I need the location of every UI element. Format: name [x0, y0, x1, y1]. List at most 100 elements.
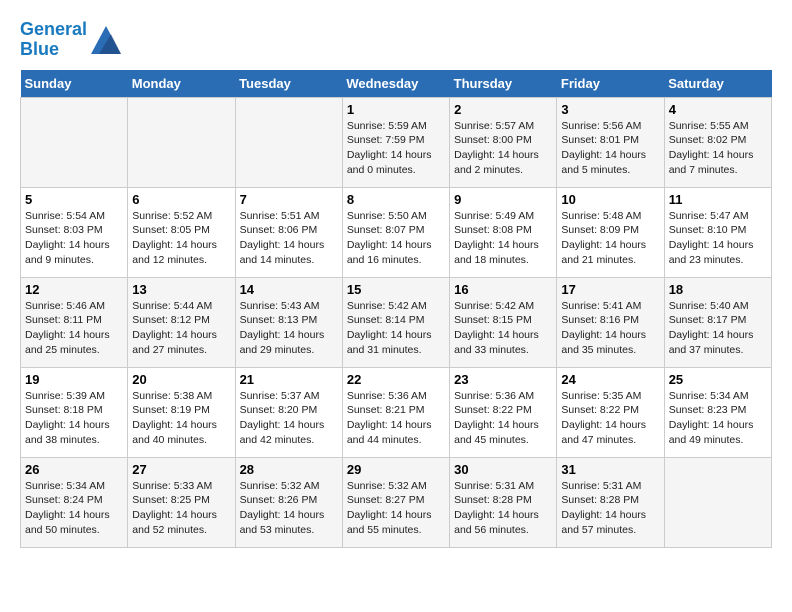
day-info: Sunrise: 5:42 AM Sunset: 8:15 PM Dayligh… [454, 299, 552, 358]
day-number: 25 [669, 372, 767, 387]
calendar-cell: 14 Sunrise: 5:43 AM Sunset: 8:13 PM Dayli… [235, 277, 342, 367]
calendar-cell: 10 Sunrise: 5:48 AM Sunset: 8:09 PM Dayli… [557, 187, 664, 277]
day-number: 6 [132, 192, 230, 207]
day-number: 12 [25, 282, 123, 297]
column-header-friday: Friday [557, 70, 664, 98]
calendar-cell [21, 97, 128, 187]
column-header-sunday: Sunday [21, 70, 128, 98]
day-info: Sunrise: 5:34 AM Sunset: 8:24 PM Dayligh… [25, 479, 123, 538]
day-number: 21 [240, 372, 338, 387]
calendar-cell: 27 Sunrise: 5:33 AM Sunset: 8:25 PM Dayli… [128, 457, 235, 547]
day-number: 2 [454, 102, 552, 117]
day-number: 7 [240, 192, 338, 207]
day-number: 11 [669, 192, 767, 207]
day-number: 23 [454, 372, 552, 387]
calendar-cell: 22 Sunrise: 5:36 AM Sunset: 8:21 PM Dayli… [342, 367, 449, 457]
logo-text: General Blue [20, 20, 87, 60]
day-info: Sunrise: 5:34 AM Sunset: 8:23 PM Dayligh… [669, 389, 767, 448]
calendar-cell: 17 Sunrise: 5:41 AM Sunset: 8:16 PM Dayli… [557, 277, 664, 367]
header-row: SundayMondayTuesdayWednesdayThursdayFrid… [21, 70, 772, 98]
day-number: 24 [561, 372, 659, 387]
logo-icon [91, 26, 121, 54]
column-header-saturday: Saturday [664, 70, 771, 98]
calendar-cell: 16 Sunrise: 5:42 AM Sunset: 8:15 PM Dayli… [450, 277, 557, 367]
logo-general: General [20, 19, 87, 39]
day-info: Sunrise: 5:35 AM Sunset: 8:22 PM Dayligh… [561, 389, 659, 448]
calendar-cell: 1 Sunrise: 5:59 AM Sunset: 7:59 PM Daylig… [342, 97, 449, 187]
calendar-cell: 9Sunrise: 5:49 AM Sunset: 8:08 PM Daylig… [450, 187, 557, 277]
day-number: 19 [25, 372, 123, 387]
day-info: Sunrise: 5:55 AM Sunset: 8:02 PM Dayligh… [669, 119, 767, 178]
page-header: General Blue [20, 20, 772, 60]
calendar-cell: 18Sunrise: 5:40 AM Sunset: 8:17 PM Dayli… [664, 277, 771, 367]
day-number: 14 [240, 282, 338, 297]
day-info: Sunrise: 5:41 AM Sunset: 8:16 PM Dayligh… [561, 299, 659, 358]
day-number: 8 [347, 192, 445, 207]
calendar-cell: 11 Sunrise: 5:47 AM Sunset: 8:10 PM Dayli… [664, 187, 771, 277]
calendar-cell: 25 Sunrise: 5:34 AM Sunset: 8:23 PM Dayli… [664, 367, 771, 457]
day-info: Sunrise: 5:59 AM Sunset: 7:59 PM Dayligh… [347, 119, 445, 178]
day-info: Sunrise: 5:40 AM Sunset: 8:17 PM Dayligh… [669, 299, 767, 358]
day-info: Sunrise: 5:57 AM Sunset: 8:00 PM Dayligh… [454, 119, 552, 178]
day-number: 3 [561, 102, 659, 117]
week-row-5: 26 Sunrise: 5:34 AM Sunset: 8:24 PM Dayli… [21, 457, 772, 547]
calendar-cell: 7 Sunrise: 5:51 AM Sunset: 8:06 PM Daylig… [235, 187, 342, 277]
week-row-2: 5Sunrise: 5:54 AM Sunset: 8:03 PM Daylig… [21, 187, 772, 277]
day-info: Sunrise: 5:47 AM Sunset: 8:10 PM Dayligh… [669, 209, 767, 268]
week-row-3: 12 Sunrise: 5:46 AM Sunset: 8:11 PM Dayli… [21, 277, 772, 367]
day-info: Sunrise: 5:36 AM Sunset: 8:21 PM Dayligh… [347, 389, 445, 448]
calendar-cell: 29 Sunrise: 5:32 AM Sunset: 8:27 PM Dayli… [342, 457, 449, 547]
calendar-cell: 19 Sunrise: 5:39 AM Sunset: 8:18 PM Dayli… [21, 367, 128, 457]
day-number: 20 [132, 372, 230, 387]
day-number: 1 [347, 102, 445, 117]
calendar-cell: 3 Sunrise: 5:56 AM Sunset: 8:01 PM Daylig… [557, 97, 664, 187]
day-info: Sunrise: 5:31 AM Sunset: 8:28 PM Dayligh… [454, 479, 552, 538]
calendar-cell: 23 Sunrise: 5:36 AM Sunset: 8:22 PM Dayli… [450, 367, 557, 457]
calendar-table: SundayMondayTuesdayWednesdayThursdayFrid… [20, 70, 772, 548]
day-number: 10 [561, 192, 659, 207]
day-info: Sunrise: 5:56 AM Sunset: 8:01 PM Dayligh… [561, 119, 659, 178]
day-number: 27 [132, 462, 230, 477]
day-number: 15 [347, 282, 445, 297]
day-number: 30 [454, 462, 552, 477]
calendar-cell: 13Sunrise: 5:44 AM Sunset: 8:12 PM Dayli… [128, 277, 235, 367]
day-info: Sunrise: 5:51 AM Sunset: 8:06 PM Dayligh… [240, 209, 338, 268]
day-info: Sunrise: 5:42 AM Sunset: 8:14 PM Dayligh… [347, 299, 445, 358]
calendar-cell: 24 Sunrise: 5:35 AM Sunset: 8:22 PM Dayli… [557, 367, 664, 457]
day-info: Sunrise: 5:36 AM Sunset: 8:22 PM Dayligh… [454, 389, 552, 448]
day-info: Sunrise: 5:32 AM Sunset: 8:27 PM Dayligh… [347, 479, 445, 538]
column-header-thursday: Thursday [450, 70, 557, 98]
day-number: 16 [454, 282, 552, 297]
calendar-cell: 31Sunrise: 5:31 AM Sunset: 8:28 PM Dayli… [557, 457, 664, 547]
logo: General Blue [20, 20, 121, 60]
calendar-cell: 4Sunrise: 5:55 AM Sunset: 8:02 PM Daylig… [664, 97, 771, 187]
column-header-monday: Monday [128, 70, 235, 98]
day-number: 28 [240, 462, 338, 477]
day-number: 22 [347, 372, 445, 387]
day-info: Sunrise: 5:32 AM Sunset: 8:26 PM Dayligh… [240, 479, 338, 538]
calendar-cell: 6Sunrise: 5:52 AM Sunset: 8:05 PM Daylig… [128, 187, 235, 277]
day-number: 17 [561, 282, 659, 297]
day-info: Sunrise: 5:38 AM Sunset: 8:19 PM Dayligh… [132, 389, 230, 448]
day-info: Sunrise: 5:46 AM Sunset: 8:11 PM Dayligh… [25, 299, 123, 358]
calendar-cell [235, 97, 342, 187]
calendar-cell: 15 Sunrise: 5:42 AM Sunset: 8:14 PM Dayli… [342, 277, 449, 367]
day-number: 26 [25, 462, 123, 477]
day-number: 31 [561, 462, 659, 477]
day-info: Sunrise: 5:37 AM Sunset: 8:20 PM Dayligh… [240, 389, 338, 448]
day-info: Sunrise: 5:48 AM Sunset: 8:09 PM Dayligh… [561, 209, 659, 268]
day-info: Sunrise: 5:50 AM Sunset: 8:07 PM Dayligh… [347, 209, 445, 268]
calendar-cell: 28 Sunrise: 5:32 AM Sunset: 8:26 PM Dayli… [235, 457, 342, 547]
calendar-cell: 20 Sunrise: 5:38 AM Sunset: 8:19 PM Dayli… [128, 367, 235, 457]
calendar-cell: 26 Sunrise: 5:34 AM Sunset: 8:24 PM Dayli… [21, 457, 128, 547]
column-header-tuesday: Tuesday [235, 70, 342, 98]
week-row-4: 19 Sunrise: 5:39 AM Sunset: 8:18 PM Dayli… [21, 367, 772, 457]
day-info: Sunrise: 5:33 AM Sunset: 8:25 PM Dayligh… [132, 479, 230, 538]
day-number: 13 [132, 282, 230, 297]
calendar-cell: 2 Sunrise: 5:57 AM Sunset: 8:00 PM Daylig… [450, 97, 557, 187]
calendar-cell [128, 97, 235, 187]
day-info: Sunrise: 5:43 AM Sunset: 8:13 PM Dayligh… [240, 299, 338, 358]
day-number: 29 [347, 462, 445, 477]
calendar-cell: 30 Sunrise: 5:31 AM Sunset: 8:28 PM Dayli… [450, 457, 557, 547]
day-info: Sunrise: 5:39 AM Sunset: 8:18 PM Dayligh… [25, 389, 123, 448]
